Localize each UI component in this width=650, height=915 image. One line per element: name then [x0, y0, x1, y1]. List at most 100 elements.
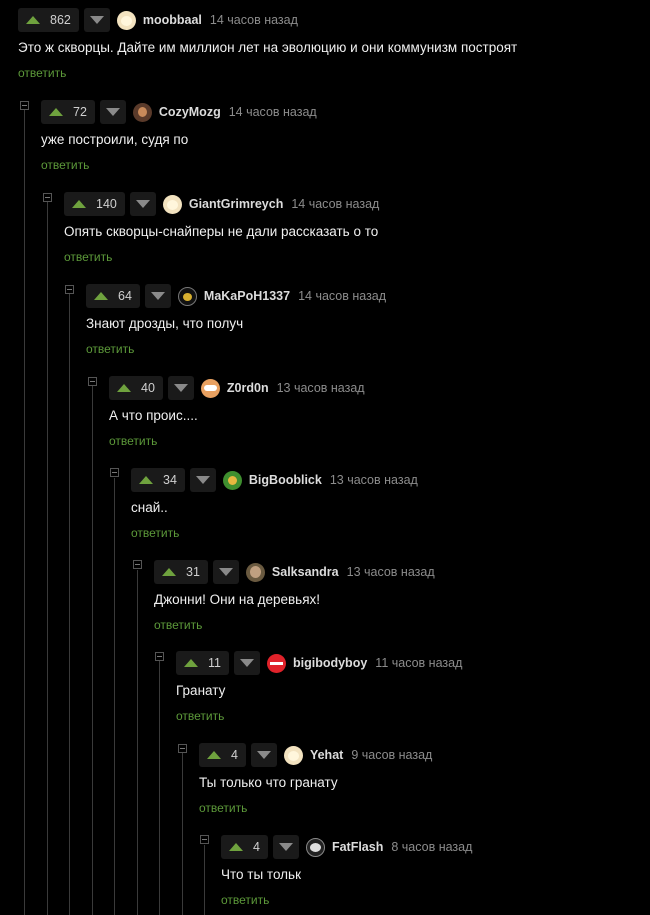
comment-text: снай.. [131, 500, 168, 515]
rating-count: 31 [186, 565, 200, 579]
face-avatar[interactable] [200, 378, 220, 398]
rating-box: 11 [176, 651, 229, 675]
downvote-button[interactable] [189, 468, 216, 492]
comment-time: 8 часов назад [391, 840, 473, 854]
stop-sign-avatar[interactable] [266, 653, 286, 673]
rating-count: 862 [50, 13, 71, 27]
upvote-icon[interactable] [72, 200, 86, 208]
reply-link[interactable]: ответить [64, 250, 112, 264]
collapse-thread-button[interactable] [200, 835, 209, 844]
rating-count: 4 [253, 840, 260, 854]
reply-link[interactable]: ответить [18, 66, 66, 80]
comment-text: Опять скворцы-снайперы не дали рассказат… [64, 224, 379, 239]
downvote-button[interactable] [83, 8, 110, 32]
collapse-thread-button[interactable] [133, 560, 142, 569]
comment-thread: 862 moobbaal 14 часов назад Это ж скворц… [0, 0, 650, 915]
rating-box: 4 [221, 835, 268, 859]
reply-link[interactable]: ответить [109, 434, 157, 448]
author-name[interactable]: Yehat [310, 748, 343, 762]
downvote-button[interactable] [167, 376, 194, 400]
collapse-thread-button[interactable] [20, 101, 29, 110]
comment-header: 4 Yehat 9 часов назад [199, 743, 432, 767]
downvote-icon [173, 384, 188, 392]
downvote-button[interactable] [144, 284, 171, 308]
upvote-icon[interactable] [94, 292, 108, 300]
rating-count: 40 [141, 381, 155, 395]
author-name[interactable]: CozyMozg [159, 105, 221, 119]
rating-count: 64 [118, 289, 132, 303]
upvote-icon[interactable] [162, 568, 176, 576]
upvote-icon[interactable] [184, 659, 198, 667]
rating-box: 4 [199, 743, 246, 767]
portrait-avatar[interactable] [132, 102, 152, 122]
downvote-icon [256, 751, 271, 759]
reply-link[interactable]: ответить [41, 158, 89, 172]
thread-line [114, 478, 115, 915]
rating-box: 862 [18, 8, 79, 32]
downvote-button[interactable] [272, 835, 299, 859]
egg-avatar[interactable] [116, 10, 136, 30]
author-name[interactable]: BigBooblick [249, 473, 322, 487]
reply-link[interactable]: ответить [154, 618, 202, 632]
thread-line [159, 661, 160, 915]
collapse-thread-button[interactable] [65, 285, 74, 294]
egg-avatar[interactable] [283, 745, 303, 765]
upvote-icon[interactable] [139, 476, 153, 484]
egg-avatar[interactable] [162, 194, 182, 214]
thread-line [92, 386, 93, 915]
author-name[interactable]: Salksandra [272, 565, 339, 579]
author-name[interactable]: FatFlash [332, 840, 383, 854]
downvote-button[interactable] [129, 192, 156, 216]
rating-box: 64 [86, 284, 140, 308]
downvote-button[interactable] [233, 651, 260, 675]
upvote-icon[interactable] [26, 16, 40, 24]
upvote-icon[interactable] [207, 751, 221, 759]
comment-time: 14 часов назад [298, 289, 387, 303]
downvote-button[interactable] [212, 560, 239, 584]
photo-avatar[interactable] [245, 562, 265, 582]
collapse-thread-button[interactable] [43, 193, 52, 202]
green-avatar[interactable] [222, 470, 242, 490]
comment-text: уже построили, судя по [41, 132, 189, 147]
reply-link[interactable]: ответить [131, 526, 179, 540]
reply-link[interactable]: ответить [176, 709, 224, 723]
downvote-button[interactable] [250, 743, 277, 767]
comment-header: 862 moobbaal 14 часов назад [18, 8, 298, 32]
collapse-thread-button[interactable] [155, 652, 164, 661]
comment-text: Ты только что гранату [199, 775, 338, 790]
downvote-button[interactable] [99, 100, 126, 124]
thread-line [182, 753, 183, 915]
upvote-icon[interactable] [49, 108, 63, 116]
reply-link[interactable]: ответить [221, 893, 269, 907]
author-name[interactable]: GiantGrimreych [189, 197, 283, 211]
rating-count: 140 [96, 197, 117, 211]
reply-link[interactable]: ответить [199, 801, 247, 815]
author-name[interactable]: Z0rd0n [227, 381, 269, 395]
rating-count: 4 [231, 748, 238, 762]
comment-header: 34 BigBooblick 13 часов назад [131, 468, 418, 492]
author-name[interactable]: bigibodyboy [293, 656, 367, 670]
comment-text: Что ты тольк [221, 867, 301, 882]
downvote-icon [195, 476, 210, 484]
comment-header: 64 MaKaPoH1337 14 часов назад [86, 284, 386, 308]
bw-avatar[interactable] [305, 837, 325, 857]
rating-count: 11 [208, 656, 221, 670]
comment-time: 14 часов назад [209, 13, 298, 27]
author-name[interactable]: MaKaPoH1337 [204, 289, 290, 303]
reply-link[interactable]: ответить [86, 342, 134, 356]
comment-text: А что проис.... [109, 408, 198, 423]
rating-box: 40 [109, 376, 163, 400]
downvote-icon [239, 659, 254, 667]
collapse-thread-button[interactable] [178, 744, 187, 753]
upvote-icon[interactable] [229, 843, 243, 851]
comment-time: 14 часов назад [291, 197, 380, 211]
comment-header: 4 FatFlash 8 часов назад [221, 835, 472, 859]
dark-avatar[interactable] [177, 286, 197, 306]
collapse-thread-button[interactable] [110, 468, 119, 477]
collapse-thread-button[interactable] [88, 377, 97, 386]
author-name[interactable]: moobbaal [143, 13, 202, 27]
upvote-icon[interactable] [117, 384, 131, 392]
comment-text: Гранату [176, 683, 226, 698]
comment-header: 140 GiantGrimreych 14 часов назад [64, 192, 379, 216]
thread-line [137, 570, 138, 915]
